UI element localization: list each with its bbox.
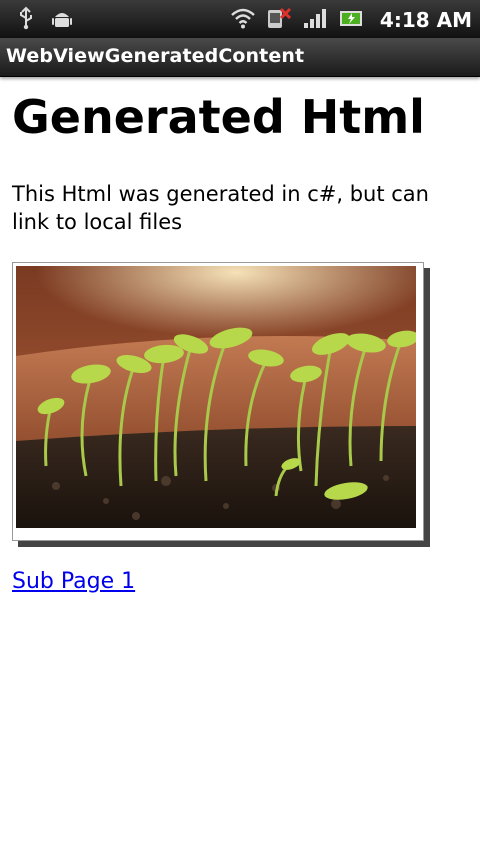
status-bar: 4:18 AM xyxy=(0,0,480,38)
wifi-icon xyxy=(230,6,256,34)
battery-icon xyxy=(338,6,364,34)
android-debug-icon xyxy=(50,6,74,34)
app-title: WebViewGeneratedContent xyxy=(6,45,305,67)
app-title-bar: WebViewGeneratedContent xyxy=(0,38,480,77)
usb-icon xyxy=(16,6,36,34)
page-description: This Html was generated in c#, but can l… xyxy=(12,182,429,234)
signal-bars-icon xyxy=(302,6,328,34)
sub-page-1-link[interactable]: Sub Page 1 xyxy=(12,569,135,594)
seedlings-photo xyxy=(12,262,424,541)
page-heading: Generated Html xyxy=(12,90,425,144)
status-time: 4:18 AM xyxy=(379,8,472,32)
webview-content[interactable]: Generated Html This Html was generated i… xyxy=(12,76,468,594)
no-signal-icon xyxy=(266,6,292,34)
